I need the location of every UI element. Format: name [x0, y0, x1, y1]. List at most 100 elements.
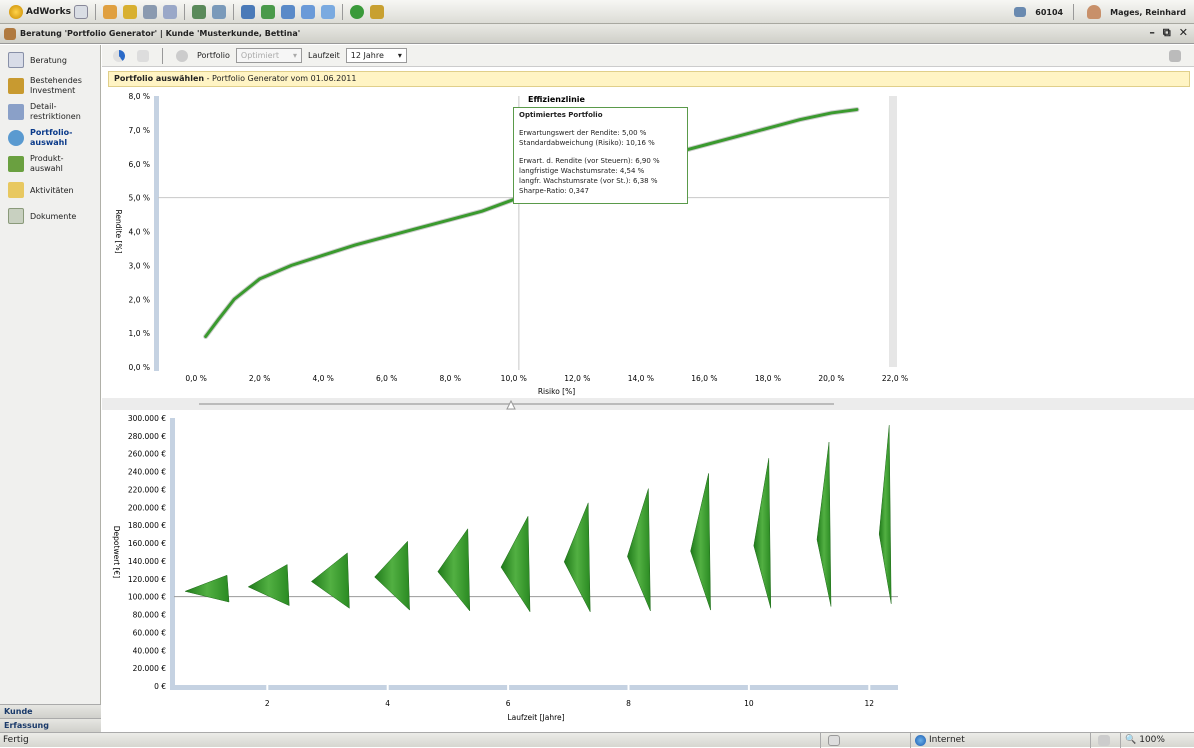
sidebar-item-label: Dokumente — [30, 211, 77, 221]
x-tick-label: 4 — [385, 699, 390, 708]
security-icon[interactable] — [1098, 734, 1110, 746]
y-tick-label: 5,0 % — [129, 194, 150, 203]
coins-icon[interactable] — [122, 4, 137, 19]
info-subtitle: - Portfolio Generator vom 01.06.2011 — [204, 74, 357, 83]
chevron-down-icon: ▾ — [397, 51, 402, 60]
y-axis-label: Depotwert [€] — [112, 526, 121, 579]
chart-type-icon[interactable] — [113, 49, 125, 62]
y-tick-label: 180.000 € — [128, 521, 166, 530]
info-bar: Portfolio auswählen - Portfolio Generato… — [108, 71, 1190, 87]
y-tick-label: 120.000 € — [128, 575, 166, 584]
laufzeit-select[interactable]: 12 Jahre ▾ — [345, 48, 407, 63]
portfolio-tooltip: Optimiertes Portfolio Erwartungswert der… — [513, 107, 688, 204]
sidebar-item-produktauswahl[interactable]: Produkt-auswahl — [0, 151, 100, 177]
window-titlebar: Beratung 'Portfolio Generator' | Kunde '… — [0, 24, 1194, 44]
y-tick-label: 0 € — [154, 682, 166, 691]
sidebar-item-beratung[interactable]: Beratung — [0, 47, 100, 73]
x-tick-label: 8 — [626, 699, 631, 708]
x-tick-label: 18,0 % — [755, 374, 781, 383]
efficient-frontier-chart: Effizienzlinie 0,0 % 1,0 % 2,0 % 3,0 % 4,0 % 5… — [114, 92, 908, 396]
tool-icon[interactable] — [102, 4, 117, 19]
window-title: Beratung 'Portfolio Generator' | Kunde '… — [20, 29, 301, 38]
value-range-triangle — [753, 458, 772, 609]
zoom-control[interactable]: 🔍 100% — [1120, 732, 1194, 748]
x-tick-label: 10 — [744, 699, 754, 708]
separator — [183, 3, 185, 20]
brand[interactable]: AdWorks — [0, 4, 71, 19]
y-tick-label: 1,0 % — [129, 329, 150, 338]
separator — [232, 3, 234, 20]
status-bar: Fertig Internet 🔍 100% — [0, 732, 1194, 748]
y-tick-label: 240.000 € — [128, 468, 166, 477]
minimize-window-icon[interactable]: – — [1149, 26, 1155, 40]
portfolio-label: Portfolio — [197, 51, 230, 60]
search-icon[interactable] — [73, 4, 88, 19]
user-icon — [1087, 5, 1102, 19]
zone-label: Internet — [929, 735, 965, 745]
gear-icon[interactable] — [176, 49, 188, 62]
y-axis-band — [154, 96, 159, 371]
separator — [341, 3, 343, 20]
grid-icon[interactable] — [280, 4, 295, 19]
gold-bars-icon — [8, 78, 24, 94]
value-range-triangle — [184, 574, 230, 603]
printer-icon[interactable] — [1169, 49, 1181, 62]
laufzeit-label: Laufzeit — [308, 51, 340, 60]
portfolio-select[interactable]: Optimiert ▾ — [235, 48, 303, 63]
sidebar-item-aktivitaeten[interactable]: Aktivitäten — [0, 177, 100, 203]
sidebar-item-bestehendes-investment[interactable]: Bestehendes Investment — [0, 73, 100, 99]
separator — [162, 47, 163, 64]
sidebar-item-portfolioauswahl[interactable]: Portfolio-auswahl — [0, 125, 100, 151]
sidebar-section-erfassung[interactable]: Erfassung — [0, 718, 101, 732]
x-tick-label: 12 — [865, 699, 875, 708]
page-icon — [828, 734, 840, 746]
x-axis-band — [174, 685, 898, 690]
status-zone: Internet — [910, 732, 1090, 748]
sidebar-item-label: Portfolio-auswahl — [30, 128, 73, 147]
status-text: Fertig — [3, 735, 29, 745]
window-icon[interactable] — [240, 4, 255, 19]
user-name[interactable]: Mages, Reinhard — [1110, 8, 1186, 17]
table-icon[interactable] — [137, 49, 149, 62]
close-window-icon[interactable]: ✕ — [1179, 26, 1188, 40]
export-icon[interactable] — [369, 4, 384, 19]
x-tick-label: 10,0 % — [501, 374, 527, 383]
sidebar-item-detailrestriktionen[interactable]: Detail-restriktionen — [0, 99, 100, 125]
window-buttons: – ⧉ ✕ — [1149, 26, 1188, 40]
sidebar-section-kunde[interactable]: Kunde — [0, 704, 101, 718]
chart-splitter[interactable] — [102, 398, 1194, 410]
restore-window-icon[interactable]: ⧉ — [1163, 26, 1171, 40]
calculator-icon[interactable] — [142, 4, 157, 19]
x-tick-label: 20,0 % — [818, 374, 844, 383]
tooltip-line: Standardabweichung (Risiko): 10,16 % — [519, 139, 655, 147]
x-tick-label: 14,0 % — [628, 374, 654, 383]
y-tick-label: 300.000 € — [128, 414, 166, 423]
value-range-triangle — [690, 473, 711, 611]
help-icon[interactable] — [349, 4, 364, 19]
y-tick-label: 3,0 % — [129, 261, 150, 270]
y-tick-label: 4,0 % — [129, 228, 150, 237]
refresh-icon[interactable] — [260, 4, 275, 19]
y-tick-label: 8,0 % — [129, 92, 150, 101]
print-icon[interactable] — [211, 4, 226, 19]
y-tick-label: 260.000 € — [128, 450, 166, 459]
documents-icon — [8, 208, 24, 224]
x-tick-label: 6 — [506, 699, 511, 708]
y-tick-label: 100.000 € — [128, 593, 166, 602]
value-range-triangle — [627, 488, 651, 612]
tooltip-title: Optimiertes Portfolio — [519, 111, 603, 119]
book-icon[interactable] — [191, 4, 206, 19]
sidebar-item-dokumente[interactable]: Dokumente — [0, 203, 100, 229]
y-tick-label: 2,0 % — [129, 295, 150, 304]
tooltip-line: Sharpe-Ratio: 0,347 — [519, 187, 589, 195]
minimize-icon[interactable] — [320, 4, 335, 19]
window-app-icon — [4, 27, 16, 40]
edit-icon[interactable] — [162, 4, 177, 19]
x-axis-label: Laufzeit [Jahre] — [507, 713, 564, 722]
x-tick-label: 2,0 % — [249, 374, 270, 383]
network-icon — [1014, 7, 1027, 17]
sidebar-item-label: Aktivitäten — [30, 185, 74, 195]
magnifier-icon — [8, 130, 24, 146]
sidebar: Beratung Bestehendes Investment Detail-r… — [0, 45, 101, 732]
window-copy-icon[interactable] — [300, 4, 315, 19]
